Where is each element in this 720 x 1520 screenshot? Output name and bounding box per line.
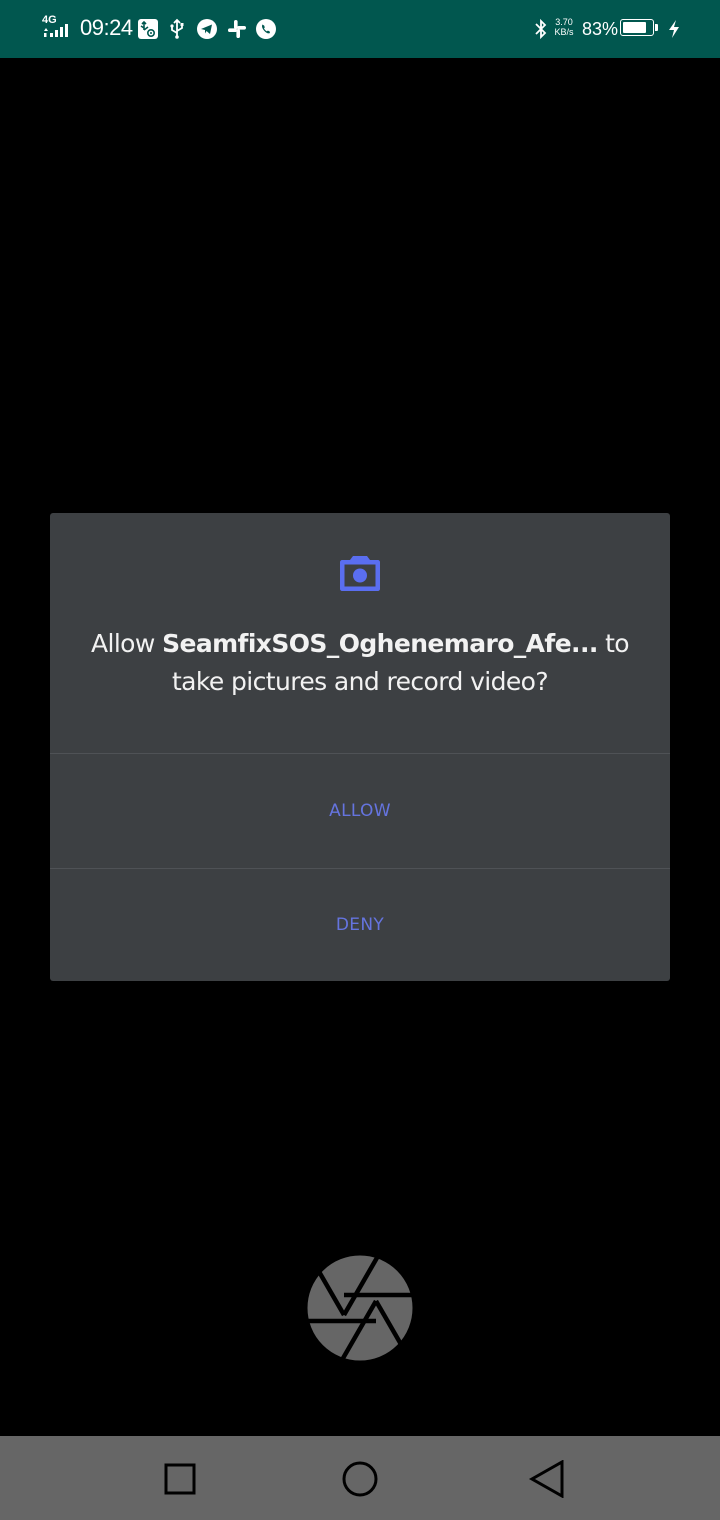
usb-settings-icon xyxy=(137,18,159,40)
deny-button[interactable]: DENY xyxy=(50,869,670,981)
clock-time: 09:24 xyxy=(80,15,133,40)
network-speed-value: 3.70 xyxy=(555,17,573,27)
network-speed-unit: KB/s xyxy=(554,27,574,37)
camera-shutter-button[interactable] xyxy=(306,1254,414,1362)
battery-level-fill xyxy=(623,22,646,33)
allow-button[interactable]: ALLOW xyxy=(50,754,670,868)
status-bar: 4G 09:24 3.70 KB/s 83% xyxy=(0,0,720,58)
recents-square-icon[interactable] xyxy=(160,1460,200,1498)
battery-percent: 83% xyxy=(582,19,619,39)
telegram-icon xyxy=(196,18,218,40)
permission-message: Allow SeamfixSOS_Oghenemaro_Afe... to ta… xyxy=(80,625,640,701)
navigation-bar xyxy=(0,1436,720,1520)
home-circle-icon[interactable] xyxy=(340,1460,380,1498)
permission-message-prefix: Allow xyxy=(90,629,163,658)
slack-icon xyxy=(226,18,248,40)
usb-icon xyxy=(166,18,188,40)
battery-icon xyxy=(620,19,658,38)
camera-icon xyxy=(339,554,381,592)
back-triangle-icon[interactable] xyxy=(528,1459,568,1499)
network-speed: 3.70 KB/s xyxy=(552,17,576,37)
whatsapp-icon xyxy=(255,18,277,40)
bluetooth-icon xyxy=(532,18,550,40)
app-name: SeamfixSOS_Oghenemaro_Afe... xyxy=(162,629,598,658)
camera-shutter-icon xyxy=(306,1254,414,1362)
cellular-signal-icon: 4G xyxy=(42,14,74,42)
charging-icon xyxy=(666,18,682,40)
